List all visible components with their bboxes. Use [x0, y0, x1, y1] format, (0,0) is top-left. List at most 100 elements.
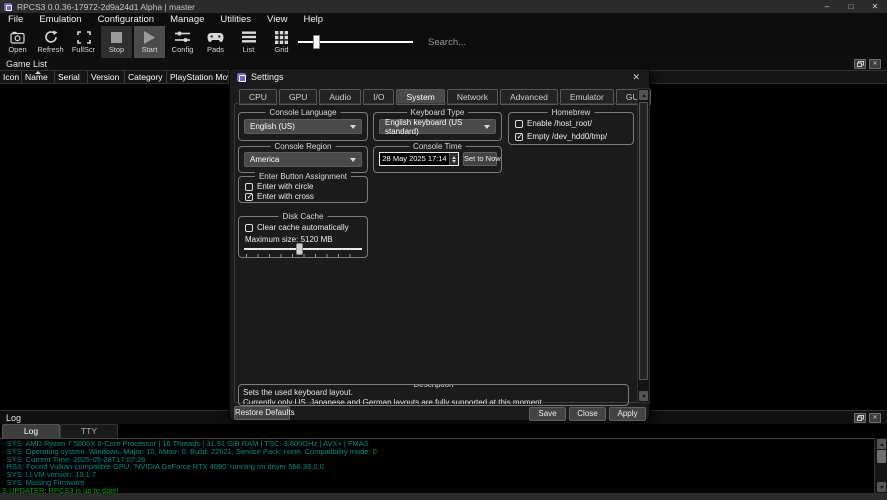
- console-region-group: Console Region America: [238, 146, 368, 173]
- scrollbar-thumb[interactable]: [877, 450, 886, 463]
- settings-close-icon[interactable]: ✕: [632, 72, 640, 83]
- close-icon[interactable]: ✕: [863, 0, 887, 13]
- enable-host-root-checkbox-row[interactable]: Enable /host_root/: [515, 118, 629, 129]
- console-region-value: America: [250, 155, 279, 164]
- console-region-dropdown[interactable]: America: [244, 152, 362, 167]
- max-size-label: Maximum size: 5120 MB: [245, 235, 333, 244]
- fullscr-label: Refresh: [37, 45, 63, 54]
- apply-button[interactable]: Apply: [609, 407, 646, 421]
- console-language-dropdown[interactable]: English (US): [244, 119, 362, 134]
- rpcs3-app-icon: [4, 3, 12, 11]
- column-category[interactable]: Category: [125, 71, 167, 83]
- close-button[interactable]: Close: [569, 407, 606, 421]
- homebrew-group-title: Homebrew: [548, 108, 595, 117]
- scroll-down-icon[interactable]: [877, 482, 886, 492]
- gamepad-icon: [207, 30, 224, 44]
- save-button[interactable]: Save: [529, 407, 566, 421]
- column-version[interactable]: Version: [88, 71, 125, 83]
- slider-handle[interactable]: [313, 35, 320, 49]
- slider-track: [244, 248, 362, 250]
- icon-size-slider[interactable]: [298, 26, 413, 58]
- empty-tmp-checkbox-row[interactable]: Empty /dev_hdd0/tmp/: [515, 131, 629, 142]
- console-language-group-title: Console Language: [265, 108, 340, 117]
- window-controls: – □ ✕: [815, 0, 887, 13]
- fullscreen-button[interactable]: FullScr: [68, 26, 99, 58]
- float-panel-icon[interactable]: [854, 413, 866, 423]
- console-region-group-title: Console Region: [271, 142, 336, 151]
- scroll-up-icon[interactable]: [639, 90, 648, 100]
- start-button[interactable]: Start: [134, 26, 165, 58]
- grid-view-button[interactable]: Grid: [266, 26, 297, 58]
- checkbox-checked-icon[interactable]: [515, 133, 523, 141]
- menu-configuration[interactable]: Configuration: [90, 13, 163, 26]
- console-time-value[interactable]: 28 May 2025 17:14: [380, 153, 449, 165]
- menu-view[interactable]: View: [259, 13, 295, 26]
- fullscreen-icon: [77, 30, 91, 44]
- refresh-icon: [44, 30, 58, 44]
- window-bottom-edge: [0, 493, 887, 500]
- spin-down-icon[interactable]: [452, 160, 456, 163]
- list-view-button[interactable]: List: [233, 26, 264, 58]
- console-time-group-title: Console Time: [409, 142, 466, 151]
- search-input[interactable]: [428, 34, 578, 50]
- clear-cache-row[interactable]: Clear cache automatically: [245, 222, 363, 233]
- keyboard-type-group-title: Keyboard Type: [407, 108, 469, 117]
- homebrew-group: Homebrew Enable /host_root/ Empty /dev_h…: [508, 112, 634, 145]
- column-icon[interactable]: Icon: [0, 71, 22, 83]
- slider-ticks: [246, 254, 360, 257]
- maximize-icon[interactable]: □: [839, 0, 863, 13]
- keyboard-type-dropdown[interactable]: English keyboard (US standard): [379, 119, 496, 134]
- cache-size-slider[interactable]: [244, 246, 362, 252]
- console-time-field[interactable]: 28 May 2025 17:14: [379, 152, 459, 166]
- description-line-2: Currently only US, Japanese and German l…: [243, 398, 624, 405]
- log-output[interactable]: · SYS: AMD Ryzen 7 5800X 8-Core Processo…: [0, 438, 874, 493]
- spin-up-icon[interactable]: [452, 156, 456, 159]
- description-group: Description Sets the used keyboard layou…: [238, 384, 629, 406]
- minimize-icon[interactable]: –: [815, 0, 839, 13]
- settings-dialog-title: Settings: [251, 72, 284, 82]
- settings-scrollbar[interactable]: [637, 88, 650, 403]
- log-scrollbar[interactable]: [874, 438, 887, 493]
- restore-defaults-button[interactable]: Restore Defaults: [234, 406, 290, 420]
- float-panel-icon[interactable]: [854, 59, 866, 69]
- open-label: Open: [8, 45, 26, 54]
- stop-button[interactable]: Stop: [101, 26, 132, 58]
- start-icon: [144, 30, 155, 44]
- column-serial[interactable]: Serial: [55, 71, 88, 83]
- column-name[interactable]: Name: [22, 71, 55, 83]
- log-line: · RSX: Found Vulkan-compatible GPU: 'NVI…: [2, 463, 874, 471]
- enter-with-cross-row[interactable]: Enter with cross: [245, 191, 363, 202]
- checkbox-unchecked-icon[interactable]: [515, 120, 523, 128]
- settings-dialog-titlebar[interactable]: Settings ✕: [230, 69, 649, 85]
- close-panel-icon[interactable]: ✕: [869, 59, 881, 69]
- set-to-now-button[interactable]: Set to Now: [463, 152, 497, 166]
- time-spinner[interactable]: [449, 153, 458, 165]
- checkbox-unchecked-icon[interactable]: [245, 183, 253, 191]
- open-button[interactable]: Open: [2, 26, 33, 58]
- game-list-title: Game List: [6, 59, 47, 69]
- checkbox-checked-icon[interactable]: [245, 193, 253, 201]
- disk-cache-group: Disk Cache Clear cache automatically Max…: [238, 216, 368, 258]
- tab-log[interactable]: Log: [2, 424, 60, 438]
- scrollbar-thumb[interactable]: [639, 102, 648, 380]
- menu-utilities[interactable]: Utilities: [212, 13, 259, 26]
- menu-file[interactable]: File: [0, 13, 31, 26]
- menu-help[interactable]: Help: [295, 13, 331, 26]
- close-panel-icon[interactable]: ✕: [869, 413, 881, 423]
- console-language-value: English (US): [250, 122, 295, 131]
- scroll-down-icon[interactable]: [639, 391, 648, 401]
- stop-icon: [111, 30, 122, 44]
- pads-button[interactable]: Pads: [200, 26, 231, 58]
- column-playstation-move[interactable]: PlayStation Move: [167, 71, 229, 83]
- enter-button-assignment-group: Enter Button Assignment Enter with circl…: [238, 176, 368, 203]
- refresh-button[interactable]: Refresh: [35, 26, 66, 58]
- log-tabs: Log TTY: [2, 424, 118, 438]
- config-button[interactable]: Config: [167, 26, 198, 58]
- tab-tty[interactable]: TTY: [60, 424, 118, 438]
- menu-emulation[interactable]: Emulation: [31, 13, 89, 26]
- description-line-1: Sets the used keyboard layout.: [243, 388, 624, 398]
- settings-dialog-icon: [237, 73, 246, 82]
- menu-manage[interactable]: Manage: [162, 13, 212, 26]
- checkbox-unchecked-icon[interactable]: [245, 224, 253, 232]
- scroll-up-icon[interactable]: [877, 439, 886, 449]
